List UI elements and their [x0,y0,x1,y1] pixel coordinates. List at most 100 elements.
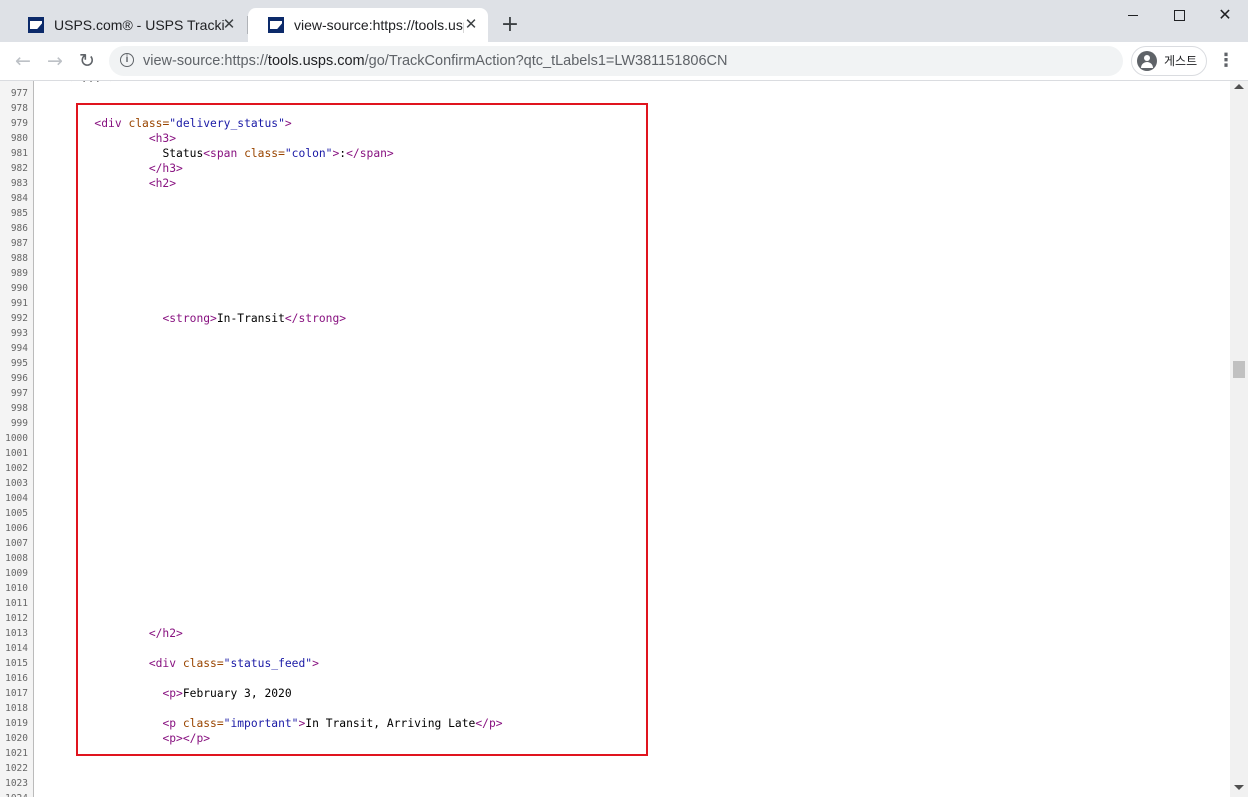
line-number: 980 [10,133,28,144]
tab-title: USPS.com® - USPS Tracking® Results [54,17,224,33]
line-number: 1023 [5,778,28,789]
code-attr-value: "colon" [284,147,333,160]
line-content: <h3> [40,131,176,146]
minimize-window-button[interactable] [1110,0,1156,30]
source-line: 985 [0,206,1230,221]
tab-view-source[interactable]: view-source:https://tools.usps.com ✕ [248,8,488,42]
line-number: 990 [10,283,28,294]
code-tag: <p [162,717,183,730]
source-line: 1014 [0,641,1230,656]
close-tab-icon[interactable]: ✕ [462,16,480,34]
line-number: 1005 [5,508,28,519]
url-path: /go/TrackConfirmAction?qtc_tLabels1=LW38… [364,53,728,69]
reload-button[interactable]: ↻ [75,49,99,73]
code-tag: <strong> [162,312,217,325]
source-line: 1011 [0,596,1230,611]
source-line: 1010 [0,581,1230,596]
scroll-down-arrow-icon[interactable] [1234,785,1244,790]
profile-button[interactable]: 게스트 [1131,46,1207,76]
source-line: 1020 <p></p> [0,731,1230,746]
line-number: 988 [10,253,28,264]
line-number: 983 [10,178,28,189]
source-line: 1018 [0,701,1230,716]
line-number: 993 [10,328,28,339]
source-line: 995 [0,356,1230,371]
code-attr: class= [128,117,170,130]
source-line: 998 [0,401,1230,416]
line-number: 991 [10,298,28,309]
line-number: 987 [10,238,28,249]
code-tag: </h3> [148,162,183,175]
source-line: 993 [0,326,1230,341]
source-line: 1019 <p class="important">In Transit, Ar… [0,716,1230,731]
scroll-up-arrow-icon[interactable] [1234,84,1244,89]
new-tab-button[interactable]: + [498,13,522,37]
code-attr: class= [182,717,224,730]
tab-usps-tracking[interactable]: USPS.com® - USPS Tracking® Results ✕ [8,8,246,42]
source-line: 1006 [0,521,1230,536]
code-text: February 3, 2020 [182,687,292,700]
line-number: 979 [10,118,28,129]
source-line: 1013 </h2> [0,626,1230,641]
line-number: 989 [10,268,28,279]
line-number: 1016 [5,673,28,684]
source-line: 991 [0,296,1230,311]
line-number: 995 [10,358,28,369]
source-line: 980 <h3> [0,131,1230,146]
line-content: <p></p> [40,731,210,746]
close-tab-icon[interactable]: ✕ [220,16,238,34]
maximize-icon [1173,9,1185,21]
browser-menu-button[interactable]: ⋮ [1214,49,1238,73]
maximize-window-button[interactable] [1156,0,1202,30]
url-text[interactable]: view-source:https://tools.usps.com/go/Tr… [143,46,727,76]
code-tag: <p> [162,687,183,700]
line-number: 1019 [5,718,28,729]
source-line: 979 <div class="delivery_status"> [0,116,1230,131]
line-number: 1021 [5,748,28,759]
line-number: 1011 [5,598,28,609]
line-number: 1002 [5,463,28,474]
source-line: 989 [0,266,1230,281]
line-number: 1004 [5,493,28,504]
code-tag: > [312,657,319,670]
url-prefix: view-source:https:// [143,53,268,69]
line-number: 981 [10,148,28,159]
code-tag: </p> [475,717,503,730]
code-tag: <div [148,657,183,670]
line-number: 1015 [5,658,28,669]
address-bar[interactable]: i view-source:https://tools.usps.com/go/… [109,46,1123,76]
source-line: 992 <strong>In-Transit</strong> [0,311,1230,326]
line-number: 978 [10,103,28,114]
line-number: 997 [10,388,28,399]
source-line: 1000 [0,431,1230,446]
line-content: <p class="important">In Transit, Arrivin… [40,716,503,731]
code-tag: <h3> [148,132,177,145]
source-line: 986 [0,221,1230,236]
source-line: 1007 [0,536,1230,551]
site-info-icon[interactable]: i [120,53,134,67]
close-window-button[interactable]: ✕ [1202,0,1248,30]
code-tag: <h2> [148,177,177,190]
forward-button[interactable]: → [43,49,67,73]
source-line: 1004 [0,491,1230,506]
code-tag: </p> [182,732,211,745]
source-line: 999 [0,416,1230,431]
scroll-thumb[interactable] [1233,361,1245,378]
profile-label: 게스트 [1164,54,1198,68]
source-line: 981 Status<span class="colon">:</span> [0,146,1230,161]
line-content: </h2> [40,626,183,641]
line-number: 986 [10,223,28,234]
code-text: Status [162,147,204,160]
line-content: <div class="status_feed"> [40,656,319,671]
code-tag: <p> [162,732,183,745]
code-attr-value: "status_feed" [223,657,313,670]
back-button[interactable]: ← [11,49,35,73]
vertical-scrollbar[interactable] [1230,81,1248,797]
source-line: 1005 [0,506,1230,521]
line-content: <div class="delivery_status"> [40,116,291,131]
line-number: 1018 [5,703,28,714]
line-number: 1006 [5,523,28,534]
minimize-icon [1128,14,1138,16]
